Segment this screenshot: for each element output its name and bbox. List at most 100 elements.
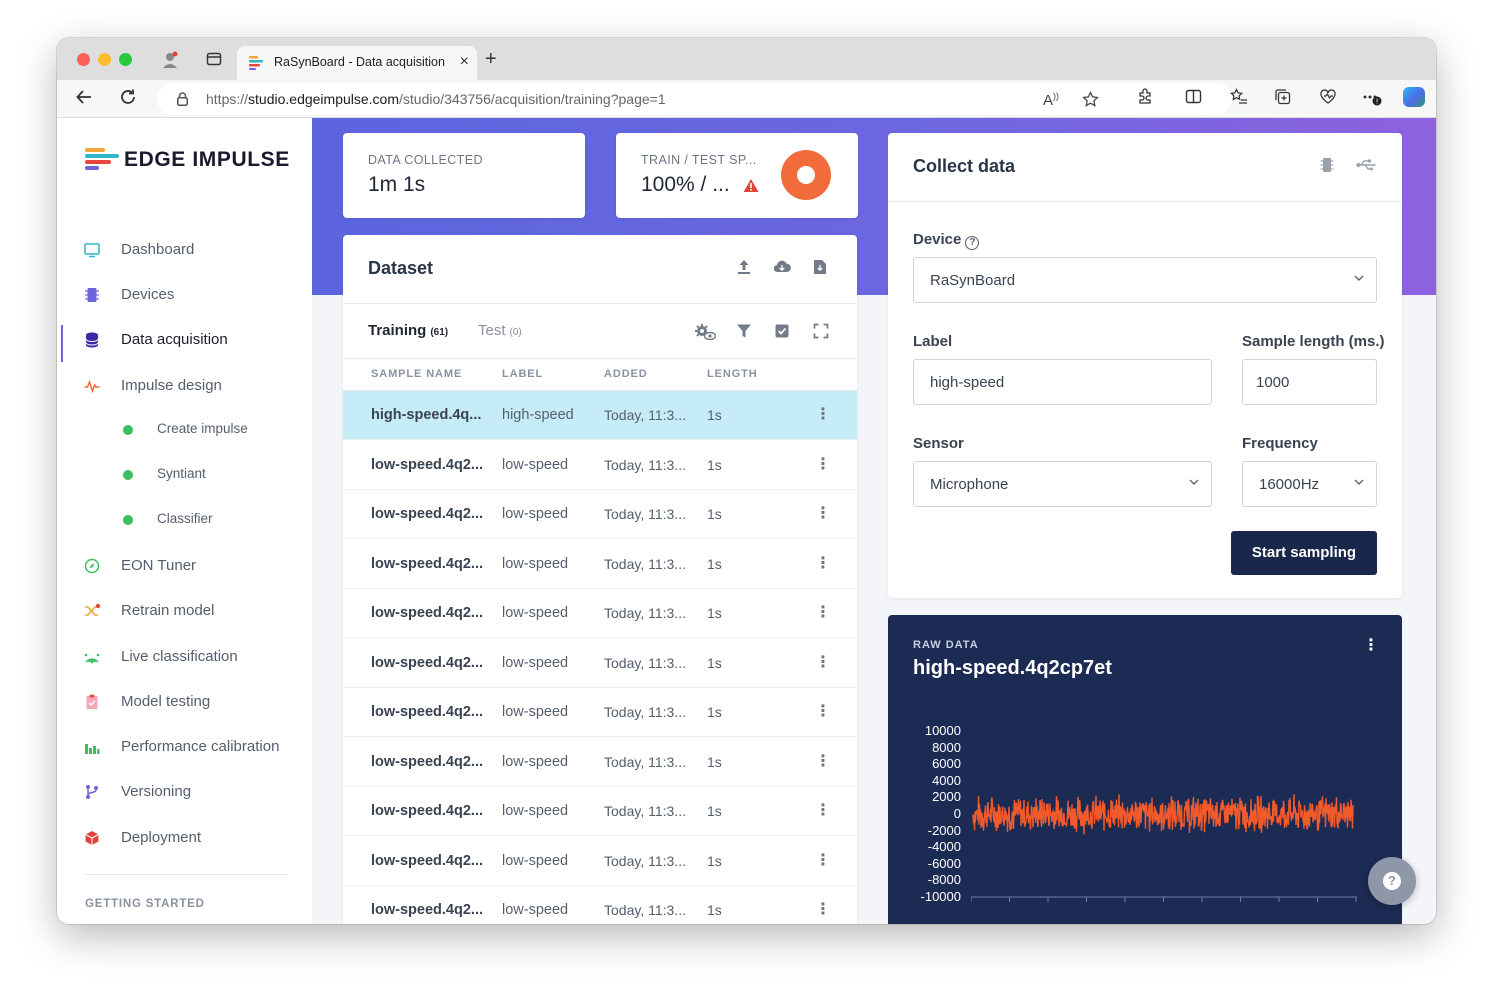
- train-test-split-card[interactable]: TRAIN / TEST SP... 100% / ...: [616, 133, 858, 218]
- copilot-icon[interactable]: [1403, 87, 1425, 107]
- column-header-label[interactable]: LABEL: [502, 368, 543, 380]
- extensions-puzzle-icon[interactable]: [1137, 88, 1154, 110]
- sidebar-subitem-syntiant[interactable]: Syntiant: [57, 462, 312, 488]
- close-tab-icon[interactable]: ×: [460, 53, 469, 71]
- row-menu-icon[interactable]: ⋮: [815, 403, 831, 427]
- table-row[interactable]: low-speed.4q2... low-speed Today, 11:3... 1…: [343, 886, 857, 924]
- select-checkbox-icon[interactable]: [774, 323, 790, 339]
- raw-data-title: high-speed.4q2cp7et: [913, 657, 1112, 679]
- length-cell: 1s: [707, 704, 722, 720]
- minimize-window-button[interactable]: [98, 53, 111, 66]
- close-window-button[interactable]: [77, 53, 90, 66]
- frequency-select[interactable]: 16000Hz: [1242, 461, 1377, 507]
- table-row[interactable]: low-speed.4q2... low-speed Today, 11:3... 1…: [343, 540, 857, 589]
- profile-icon[interactable]: [161, 51, 179, 69]
- row-menu-icon[interactable]: ⋮: [815, 799, 831, 823]
- filter-icon[interactable]: [736, 323, 752, 339]
- usb-icon[interactable]: [1356, 157, 1376, 173]
- row-menu-icon[interactable]: ⋮: [815, 651, 831, 675]
- warning-icon: [743, 179, 759, 192]
- download-file-icon[interactable]: [812, 259, 828, 275]
- sidebar-subitem-classifier[interactable]: Classifier: [57, 507, 312, 533]
- collections-icon[interactable]: [1274, 88, 1291, 110]
- settings-eye-icon[interactable]: [694, 323, 717, 341]
- split-screen-icon[interactable]: [1185, 88, 1202, 110]
- table-row[interactable]: low-speed.4q2... low-speed Today, 11:3... 1…: [343, 787, 857, 836]
- chip-icon[interactable]: [1319, 157, 1335, 173]
- tabs-divider: [343, 358, 857, 359]
- column-header-sample-name[interactable]: SAMPLE NAME: [371, 368, 462, 380]
- device-select[interactable]: RaSynBoard: [913, 257, 1377, 303]
- sensor-select[interactable]: Microphone: [913, 461, 1212, 507]
- sidebar-item-dashboard[interactable]: Dashboard: [57, 235, 312, 265]
- maximize-window-button[interactable]: [119, 53, 132, 66]
- sidebar-subitem-create-impulse[interactable]: Create impulse: [57, 417, 312, 443]
- chevron-down-icon: [1354, 273, 1364, 286]
- table-row[interactable]: low-speed.4q2... low-speed Today, 11:3... 1…: [343, 589, 857, 638]
- tab-training[interactable]: Training (61): [368, 322, 448, 339]
- table-row[interactable]: low-speed.4q2... low-speed Today, 11:3... 1…: [343, 490, 857, 539]
- sidebar-item-performance-calibration[interactable]: Performance calibration: [57, 732, 312, 762]
- row-menu-icon[interactable]: ⋮: [815, 552, 831, 576]
- start-sampling-button[interactable]: Start sampling: [1231, 531, 1377, 575]
- read-aloud-icon[interactable]: A)): [1043, 91, 1059, 109]
- waveform-chart: [971, 794, 1357, 902]
- sidebar-item-live-classification[interactable]: Live classification: [57, 642, 312, 672]
- length-cell: 1s: [707, 852, 722, 869]
- sidebar-item-model-testing[interactable]: Model testing: [57, 687, 312, 717]
- favorites-list-icon[interactable]: [1229, 88, 1248, 110]
- row-menu-icon[interactable]: ⋮: [815, 898, 831, 922]
- table-row[interactable]: low-speed.4q2... low-speed Today, 11:3... 1…: [343, 639, 857, 688]
- browser-essentials-icon[interactable]: [1319, 88, 1337, 110]
- sidebar-item-devices[interactable]: Devices: [57, 280, 312, 310]
- sample-name-cell: low-speed.4q2...: [371, 456, 483, 473]
- label-cell: low-speed: [502, 506, 569, 522]
- cloud-download-icon[interactable]: [773, 259, 791, 275]
- row-menu-icon[interactable]: ⋮: [815, 700, 831, 724]
- added-cell: Today, 11:3...: [604, 902, 686, 918]
- url-input[interactable]: https://studio.edgeimpulse.com/studio/34…: [157, 83, 1232, 115]
- train-test-split-value: 100% / ...: [641, 173, 730, 196]
- more-vertical-icon[interactable]: ⋮: [1363, 635, 1379, 655]
- help-circle-icon[interactable]: ?: [965, 236, 980, 250]
- column-header-added[interactable]: ADDED: [604, 368, 648, 380]
- row-menu-icon[interactable]: ⋮: [815, 601, 831, 625]
- sample-name-cell: low-speed.4q2...: [371, 852, 483, 869]
- sidebar-item-data-acquisition[interactable]: Data acquisition: [57, 325, 312, 362]
- row-menu-icon[interactable]: ⋮: [815, 849, 831, 873]
- help-button[interactable]: ?: [1368, 857, 1416, 905]
- collect-header-divider: [888, 201, 1402, 202]
- favorite-star-icon[interactable]: [1082, 90, 1099, 112]
- back-arrow-icon[interactable]: [75, 88, 93, 111]
- tab-test[interactable]: Test (0): [478, 322, 522, 339]
- table-row[interactable]: low-speed.4q2... low-speed Today, 11:3... 1…: [343, 837, 857, 886]
- label-cell: low-speed: [502, 902, 569, 918]
- upload-icon[interactable]: [736, 259, 752, 275]
- browser-tab-active[interactable]: RaSynBoard - Data acquisition ×: [237, 46, 477, 80]
- row-menu-icon[interactable]: ⋮: [815, 453, 831, 477]
- reload-icon[interactable]: [119, 88, 137, 111]
- more-options-icon[interactable]: !: [1362, 88, 1382, 111]
- table-row[interactable]: low-speed.4q2... low-speed Today, 11:3... 1…: [343, 441, 857, 490]
- tab-actions-icon[interactable]: [205, 51, 223, 69]
- table-row[interactable]: low-speed.4q2... low-speed Today, 11:3... 1…: [343, 688, 857, 737]
- expand-icon[interactable]: [813, 323, 829, 339]
- row-menu-icon[interactable]: ⋮: [815, 750, 831, 774]
- row-menu-icon[interactable]: ⋮: [815, 502, 831, 526]
- new-tab-icon[interactable]: +: [485, 48, 497, 71]
- sample-name-cell: low-speed.4q2...: [371, 605, 483, 621]
- sidebar-item-deployment[interactable]: Deployment: [57, 823, 312, 853]
- label-cell: low-speed: [502, 753, 569, 770]
- table-row[interactable]: high-speed.4q... high-speed Today, 11:3...…: [343, 391, 857, 440]
- column-header-length[interactable]: LENGTH: [707, 368, 758, 380]
- sidebar-item-retrain-model[interactable]: Retrain model: [57, 596, 312, 626]
- label-input[interactable]: high-speed: [913, 359, 1212, 405]
- added-cell: Today, 11:3...: [604, 605, 686, 621]
- sidebar-item-eon-tuner[interactable]: EON Tuner: [57, 551, 312, 581]
- sidebar-item-versioning[interactable]: Versioning: [57, 777, 312, 807]
- label-cell: low-speed: [502, 555, 569, 572]
- table-row[interactable]: low-speed.4q2... low-speed Today, 11:3... 1…: [343, 738, 857, 787]
- status-dot: [123, 470, 133, 480]
- sidebar-item-impulse-design[interactable]: Impulse design: [57, 371, 312, 401]
- sample-length-input[interactable]: 1000: [1242, 359, 1377, 405]
